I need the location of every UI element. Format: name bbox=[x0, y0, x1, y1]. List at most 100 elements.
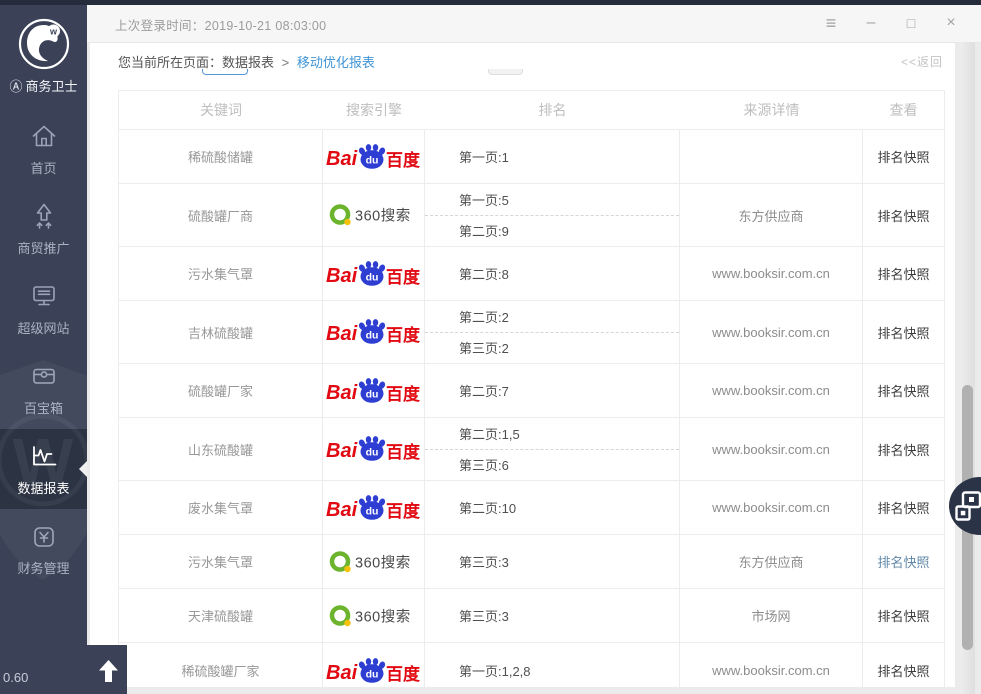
table-row: 吉林硫酸罐 Bai du 百度 第二页:2第三页:2 www.booksir.c… bbox=[119, 301, 944, 364]
qr-code-icon bbox=[955, 491, 981, 521]
rank-value: 第一页:1 bbox=[425, 130, 679, 183]
promotion-arrows-icon bbox=[29, 201, 59, 231]
view-snapshot-link[interactable]: 排名快照 bbox=[863, 130, 944, 183]
rank-value: 第二页:2 bbox=[425, 301, 679, 333]
search-engine-cell: Bai du 百度 bbox=[323, 481, 425, 534]
view-snapshot-link[interactable]: 排名快照 bbox=[863, 301, 944, 363]
sidebar-item-label: 百宝箱 bbox=[24, 398, 63, 417]
tab-stub-active[interactable] bbox=[202, 69, 248, 75]
version-text: 0.60 bbox=[3, 670, 28, 685]
svg-text:du: du bbox=[365, 388, 378, 400]
rank-cell: 第二页:2第三页:2 bbox=[425, 301, 680, 363]
table-row: 天津硫酸罐 360搜索 第三页:3 市场网 排名快照 bbox=[119, 589, 944, 643]
svg-text:Bai: Bai bbox=[326, 499, 358, 521]
keyword-cell: 硫酸罐厂家 bbox=[119, 364, 323, 417]
rank-cell: 第二页:10 bbox=[425, 481, 680, 534]
app-badge-icon: Ⓐ bbox=[9, 76, 22, 95]
content-card: 您当前所在页面：数据报表 > 移动优化报表 <<返回 关键词 搜索引擎 排名 来… bbox=[90, 42, 955, 687]
rank-value: 第三页:2 bbox=[425, 333, 679, 364]
maximize-button[interactable]: □ bbox=[891, 10, 931, 36]
search-engine-cell: Bai du 百度 bbox=[323, 364, 425, 417]
sidebar-item-promotion[interactable]: 商贸推广 bbox=[0, 189, 87, 269]
back-link[interactable]: <<返回 bbox=[901, 53, 943, 70]
view-snapshot-link[interactable]: 排名快照 bbox=[863, 535, 944, 588]
app-logo: w bbox=[17, 17, 71, 71]
source-cell: www.booksir.com.cn bbox=[680, 643, 863, 687]
sidebar-item-finance[interactable]: 财务管理 bbox=[0, 509, 87, 589]
home-icon bbox=[29, 121, 59, 151]
rank-cell: 第一页:1,2,8 bbox=[425, 643, 680, 687]
minimize-button[interactable]: – bbox=[851, 10, 891, 36]
rank-cell: 第三页:3 bbox=[425, 589, 680, 642]
table-header-view: 查看 bbox=[863, 91, 944, 129]
table-header-engine: 搜索引擎 bbox=[323, 91, 425, 129]
svg-text:Bai: Bai bbox=[326, 662, 358, 684]
view-snapshot-link[interactable]: 排名快照 bbox=[863, 364, 944, 417]
svg-text:百度: 百度 bbox=[386, 325, 421, 345]
sidebar-item-label: 首页 bbox=[30, 158, 56, 177]
table-row: 废水集气罩 Bai du 百度 第二页:10 www.booksir.com.c… bbox=[119, 481, 944, 535]
app-logo-icon: w bbox=[17, 17, 71, 71]
bottom-left-panel: 0.60 bbox=[0, 645, 127, 694]
scroll-top-button[interactable] bbox=[99, 660, 118, 687]
sidebar-item-label: 超级网站 bbox=[17, 318, 69, 337]
search-engine-cell: Bai du 百度 bbox=[323, 301, 425, 363]
svg-text:Bai: Bai bbox=[326, 440, 358, 462]
svg-text:du: du bbox=[365, 668, 378, 680]
sidebar-item-reports[interactable]: 数据报表 bbox=[0, 429, 87, 509]
360-search-logo: 360搜索 bbox=[328, 602, 420, 630]
svg-text:百度: 百度 bbox=[386, 664, 421, 684]
keyword-cell: 山东硫酸罐 bbox=[119, 418, 323, 480]
source-cell: www.booksir.com.cn bbox=[680, 418, 863, 480]
table-row: 山东硫酸罐 Bai du 百度 第二页:1,5第三页:6 www.booksir… bbox=[119, 418, 944, 481]
view-snapshot-link[interactable]: 排名快照 bbox=[863, 184, 944, 246]
source-cell bbox=[680, 130, 863, 183]
sidebar-item-home[interactable]: 首页 bbox=[0, 109, 87, 189]
table-row: 稀硫酸储罐 Bai du 百度 第一页:1 排名快照 bbox=[119, 130, 944, 184]
view-snapshot-link[interactable]: 排名快照 bbox=[863, 643, 944, 687]
svg-text:百度: 百度 bbox=[386, 501, 421, 521]
svg-text:360搜索: 360搜索 bbox=[355, 208, 411, 225]
table-row: 污水集气罩 360搜索 第三页:3 东方供应商 排名快照 bbox=[119, 535, 944, 589]
source-cell: 东方供应商 bbox=[680, 184, 863, 246]
svg-text:du: du bbox=[365, 330, 378, 342]
search-engine-cell: 360搜索 bbox=[323, 535, 425, 588]
keyword-cell: 硫酸罐厂商 bbox=[119, 184, 323, 246]
sidebar-item-toolbox[interactable]: 百宝箱 bbox=[0, 349, 87, 429]
rank-value: 第二页:1,5 bbox=[425, 418, 679, 450]
view-snapshot-link[interactable]: 排名快照 bbox=[863, 418, 944, 480]
rank-table: 关键词 搜索引擎 排名 来源详情 查看 稀硫酸储罐 Bai du 百度 第一页:… bbox=[118, 90, 945, 687]
search-engine-cell: 360搜索 bbox=[323, 184, 425, 246]
hamburger-menu-icon[interactable]: ≡ bbox=[811, 10, 851, 36]
view-snapshot-link[interactable]: 排名快照 bbox=[863, 481, 944, 534]
keyword-cell: 吉林硫酸罐 bbox=[119, 301, 323, 363]
svg-text:du: du bbox=[365, 447, 378, 459]
website-monitor-icon bbox=[29, 281, 59, 311]
svg-text:百度: 百度 bbox=[386, 150, 421, 170]
svg-text:360搜索: 360搜索 bbox=[355, 608, 411, 625]
app-name: Ⓐ 商务卫士 bbox=[0, 76, 87, 95]
breadcrumb-current-link[interactable]: 移动优化报表 bbox=[297, 55, 375, 70]
sidebar-nav: 首页 商贸推广 超级网站 bbox=[0, 109, 87, 589]
baidu-paw-logo: Bai du 百度 bbox=[325, 656, 423, 686]
rank-value: 第三页:6 bbox=[425, 450, 679, 481]
scrollbar-track[interactable] bbox=[960, 42, 975, 694]
view-snapshot-link[interactable]: 排名快照 bbox=[863, 247, 944, 300]
view-snapshot-link[interactable]: 排名快照 bbox=[863, 589, 944, 642]
svg-text:Bai: Bai bbox=[326, 265, 358, 287]
close-button[interactable]: × bbox=[931, 10, 971, 36]
search-engine-cell: Bai du 百度 bbox=[323, 130, 425, 183]
svg-text:Bai: Bai bbox=[326, 323, 358, 345]
360-search-logo: 360搜索 bbox=[328, 201, 420, 229]
up-arrow-icon bbox=[99, 660, 118, 682]
svg-text:du: du bbox=[365, 154, 378, 166]
finance-yuan-icon bbox=[29, 521, 59, 551]
tab-stub-inactive[interactable] bbox=[488, 69, 523, 75]
rank-value: 第一页:5 bbox=[425, 184, 679, 216]
source-cell: 东方供应商 bbox=[680, 535, 863, 588]
sidebar-item-website[interactable]: 超级网站 bbox=[0, 269, 87, 349]
rank-cell: 第二页:8 bbox=[425, 247, 680, 300]
rank-value: 第三页:3 bbox=[425, 589, 679, 642]
search-engine-cell: 360搜索 bbox=[323, 589, 425, 642]
rank-value: 第三页:3 bbox=[425, 535, 679, 588]
